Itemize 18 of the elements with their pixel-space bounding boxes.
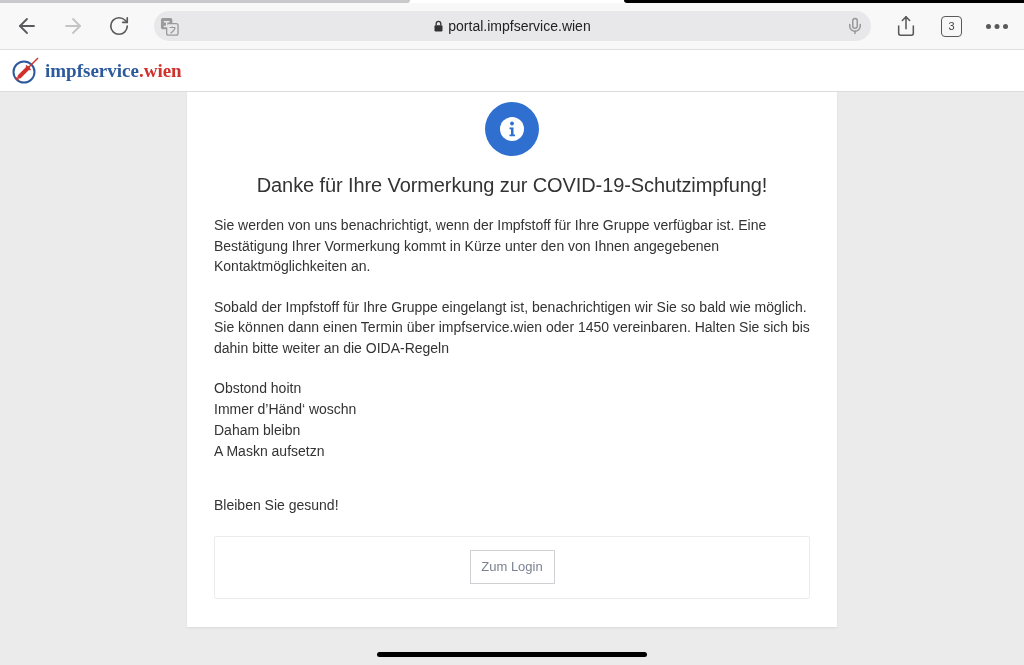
reload-icon	[108, 15, 130, 37]
rule-line: Obstond hoitn	[214, 379, 302, 398]
closing-text: Bleiben Sie gesund!	[214, 496, 339, 515]
rule-line: Immer d’Händ‘ woschn	[214, 400, 357, 419]
tab-count-button[interactable]: 3	[941, 15, 962, 37]
lock-icon	[434, 20, 444, 32]
rule-line: A Maskn aufsetzn	[214, 442, 325, 461]
url-text: portal.impfservice.wien	[448, 17, 591, 35]
info-icon	[485, 102, 539, 156]
rule-line: Daham bleibn	[214, 421, 301, 440]
login-button[interactable]: Zum Login	[469, 550, 555, 584]
logo-wordmark[interactable]: impfservice.wien	[45, 59, 182, 82]
share-icon	[895, 14, 917, 38]
syringe-logo-icon	[12, 57, 39, 84]
notice-paragraph: Sie werden von uns benachrichtigt, wenn der Impfstoff für Ihre Gruppe verfügbar ist. Eine Bestätigung Ihrer Vormerkung kommt in Kürze unter den von Ihnen angegebenen Kontaktmöglichkeiten an.	[214, 216, 768, 276]
more-icon	[986, 23, 1008, 29]
notice-paragraph: Sobald der Impfstoff für Ihre Gruppe eingelangt ist, benachrichtigen wir Sie so bald wie möglich. Sie können dann einen Termin über impfservice.wien oder 1450 vereinbaren. Halten Sie sich bis dahin bitte weiter an die OIDA-Regeln	[214, 297, 810, 358]
notice-title: Danke für Ihre Vormerkung zur COVID-19-Schutzimpfung!	[256, 173, 768, 198]
